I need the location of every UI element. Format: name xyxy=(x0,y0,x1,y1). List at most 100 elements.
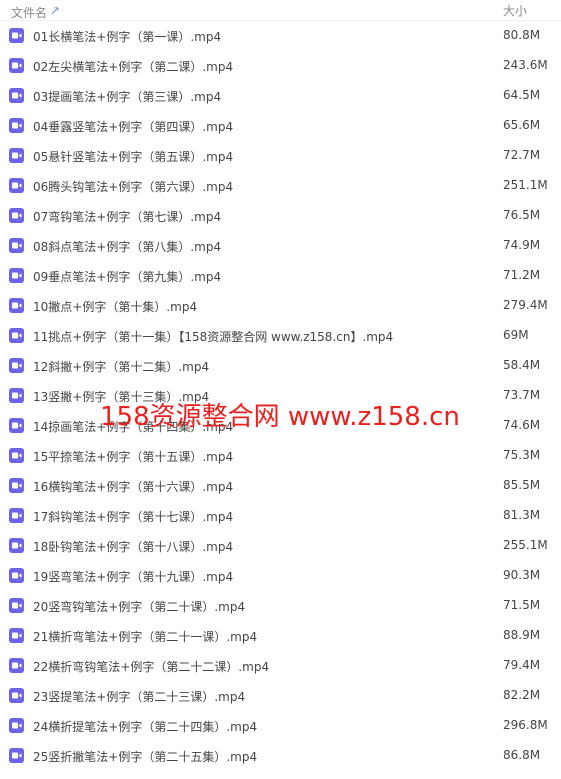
video-file-icon xyxy=(9,178,24,193)
file-row[interactable]: 06腾头钩笔法+例字（第六课）.mp4 251.1M xyxy=(0,171,561,201)
file-name[interactable]: 14掠画笔法+例字（第十四集）.mp4 xyxy=(33,418,233,435)
file-row[interactable]: 05悬针竖笔法+例字（第五课）.mp4 72.7M xyxy=(0,141,561,171)
file-name[interactable]: 05悬针竖笔法+例字（第五课）.mp4 xyxy=(33,148,233,165)
file-name[interactable]: 23竖提笔法+例字（第二十三课）.mp4 xyxy=(33,688,245,705)
video-file-icon xyxy=(9,358,24,373)
file-size: 69M xyxy=(503,328,529,342)
file-name[interactable]: 12斜撇+例字（第十二集）.mp4 xyxy=(33,358,209,375)
file-name[interactable]: 01长横笔法+例字（第一课）.mp4 xyxy=(33,28,221,45)
file-size: 72.7M xyxy=(503,148,541,162)
video-file-icon xyxy=(9,568,24,583)
file-size: 279.4M xyxy=(503,298,548,312)
file-row[interactable]: 08斜点笔法+例字（第八集）.mp4 74.9M xyxy=(0,231,561,261)
file-size: 71.5M xyxy=(503,598,541,612)
file-size: 65.6M xyxy=(503,118,541,132)
arrow-up-icon[interactable]: 🡕 xyxy=(51,2,59,23)
file-size: 85.5M xyxy=(503,478,541,492)
file-name[interactable]: 06腾头钩笔法+例字（第六课）.mp4 xyxy=(33,178,233,195)
name-column-header[interactable]: 文件名 🡕 xyxy=(11,2,59,23)
file-row[interactable]: 25竖折撇笔法+例字（第二十五集）.mp4 86.8M xyxy=(0,741,561,771)
file-row[interactable]: 16横钩笔法+例字（第十六课）.mp4 85.5M xyxy=(0,471,561,501)
file-name[interactable]: 09垂点笔法+例字（第九集）.mp4 xyxy=(33,268,221,285)
file-name[interactable]: 22横折弯钩笔法+例字（第二十二课）.mp4 xyxy=(33,658,269,675)
file-list-header: 文件名 🡕 大小 xyxy=(0,0,561,21)
file-name[interactable]: 17斜钩笔法+例字（第十七课）.mp4 xyxy=(33,508,233,525)
name-column-label[interactable]: 文件名 xyxy=(11,4,47,21)
file-size: 88.9M xyxy=(503,628,541,642)
file-row[interactable]: 03提画笔法+例字（第三课）.mp4 64.5M xyxy=(0,81,561,111)
file-row[interactable]: 09垂点笔法+例字（第九集）.mp4 71.2M xyxy=(0,261,561,291)
video-file-icon xyxy=(9,418,24,433)
video-file-icon xyxy=(9,148,24,163)
file-name[interactable]: 19竖弯笔法+例字（第十九课）.mp4 xyxy=(33,568,233,585)
file-size: 73.7M xyxy=(503,388,541,402)
file-name[interactable]: 18卧钩笔法+例字（第十八课）.mp4 xyxy=(33,538,233,555)
file-name[interactable]: 21横折弯笔法+例字（第二十一课）.mp4 xyxy=(33,628,257,645)
file-name[interactable]: 02左尖横笔法+例字（第二课）.mp4 xyxy=(33,58,233,75)
file-size: 74.9M xyxy=(503,238,541,252)
file-size: 90.3M xyxy=(503,568,541,582)
video-file-icon xyxy=(9,58,24,73)
file-name[interactable]: 03提画笔法+例字（第三课）.mp4 xyxy=(33,88,221,105)
file-name[interactable]: 20竖弯钩笔法+例字（第二十课）.mp4 xyxy=(33,598,245,615)
file-size: 79.4M xyxy=(503,658,541,672)
file-row[interactable]: 02左尖横笔法+例字（第二课）.mp4 243.6M xyxy=(0,51,561,81)
video-file-icon xyxy=(9,688,24,703)
size-column-label[interactable]: 大小 xyxy=(503,2,527,19)
file-size: 251.1M xyxy=(503,178,548,192)
file-row[interactable]: 17斜钩笔法+例字（第十七课）.mp4 81.3M xyxy=(0,501,561,531)
file-size: 71.2M xyxy=(503,268,541,282)
file-name[interactable]: 25竖折撇笔法+例字（第二十五集）.mp4 xyxy=(33,748,257,765)
file-row[interactable]: 18卧钩笔法+例字（第十八课）.mp4 255.1M xyxy=(0,531,561,561)
file-size: 255.1M xyxy=(503,538,548,552)
video-file-icon xyxy=(9,718,24,733)
file-row[interactable]: 04垂露竖笔法+例字（第四课）.mp4 65.6M xyxy=(0,111,561,141)
video-file-icon xyxy=(9,298,24,313)
file-row[interactable]: 23竖提笔法+例字（第二十三课）.mp4 82.2M xyxy=(0,681,561,711)
file-name[interactable]: 24横折提笔法+例字（第二十四集）.mp4 xyxy=(33,718,257,735)
video-file-icon xyxy=(9,658,24,673)
file-name[interactable]: 11挑点+例字（第十一集）【158资源整合网 www.z158.cn】.mp4 xyxy=(33,328,393,345)
file-name[interactable]: 10撇点+例字（第十集）.mp4 xyxy=(33,298,197,315)
file-row[interactable]: 01长横笔法+例字（第一课）.mp4 80.8M xyxy=(0,21,561,51)
video-file-icon xyxy=(9,508,24,523)
video-file-icon xyxy=(9,28,24,43)
file-name[interactable]: 15平捺笔法+例字（第十五课）.mp4 xyxy=(33,448,233,465)
file-row[interactable]: 10撇点+例字（第十集）.mp4 279.4M xyxy=(0,291,561,321)
file-row[interactable]: 11挑点+例字（第十一集）【158资源整合网 www.z158.cn】.mp4 6… xyxy=(0,321,561,351)
video-file-icon xyxy=(9,118,24,133)
file-size: 64.5M xyxy=(503,88,541,102)
file-name[interactable]: 13竖撇+例字（第十三集）.mp4 xyxy=(33,388,209,405)
video-file-icon xyxy=(9,88,24,103)
video-file-icon xyxy=(9,238,24,253)
file-name[interactable]: 16横钩笔法+例字（第十六课）.mp4 xyxy=(33,478,233,495)
file-size: 243.6M xyxy=(503,58,548,72)
file-row[interactable]: 14掠画笔法+例字（第十四集）.mp4 74.6M xyxy=(0,411,561,441)
file-row[interactable]: 22横折弯钩笔法+例字（第二十二课）.mp4 79.4M xyxy=(0,651,561,681)
video-file-icon xyxy=(9,538,24,553)
file-name[interactable]: 08斜点笔法+例字（第八集）.mp4 xyxy=(33,238,221,255)
file-row[interactable]: 24横折提笔法+例字（第二十四集）.mp4 296.8M xyxy=(0,711,561,741)
video-file-icon xyxy=(9,328,24,343)
file-size: 296.8M xyxy=(503,718,548,732)
file-size: 74.6M xyxy=(503,418,541,432)
file-row[interactable]: 13竖撇+例字（第十三集）.mp4 73.7M xyxy=(0,381,561,411)
video-file-icon xyxy=(9,208,24,223)
file-row[interactable]: 20竖弯钩笔法+例字（第二十课）.mp4 71.5M xyxy=(0,591,561,621)
file-name[interactable]: 04垂露竖笔法+例字（第四课）.mp4 xyxy=(33,118,233,135)
file-size: 80.8M xyxy=(503,28,541,42)
video-file-icon xyxy=(9,268,24,283)
file-list: 01长横笔法+例字（第一课）.mp4 80.8M 02左尖横笔法+例字（第二课）.m… xyxy=(0,21,561,771)
file-row[interactable]: 12斜撇+例字（第十二集）.mp4 58.4M xyxy=(0,351,561,381)
file-size: 81.3M xyxy=(503,508,541,522)
file-row[interactable]: 21横折弯笔法+例字（第二十一课）.mp4 88.9M xyxy=(0,621,561,651)
video-file-icon xyxy=(9,748,24,763)
video-file-icon xyxy=(9,388,24,403)
file-row[interactable]: 07弯钩笔法+例字（第七课）.mp4 76.5M xyxy=(0,201,561,231)
file-name[interactable]: 07弯钩笔法+例字（第七课）.mp4 xyxy=(33,208,221,225)
file-size: 86.8M xyxy=(503,748,541,762)
file-row[interactable]: 19竖弯笔法+例字（第十九课）.mp4 90.3M xyxy=(0,561,561,591)
file-size: 76.5M xyxy=(503,208,541,222)
file-size: 75.3M xyxy=(503,448,541,462)
file-row[interactable]: 15平捺笔法+例字（第十五课）.mp4 75.3M xyxy=(0,441,561,471)
